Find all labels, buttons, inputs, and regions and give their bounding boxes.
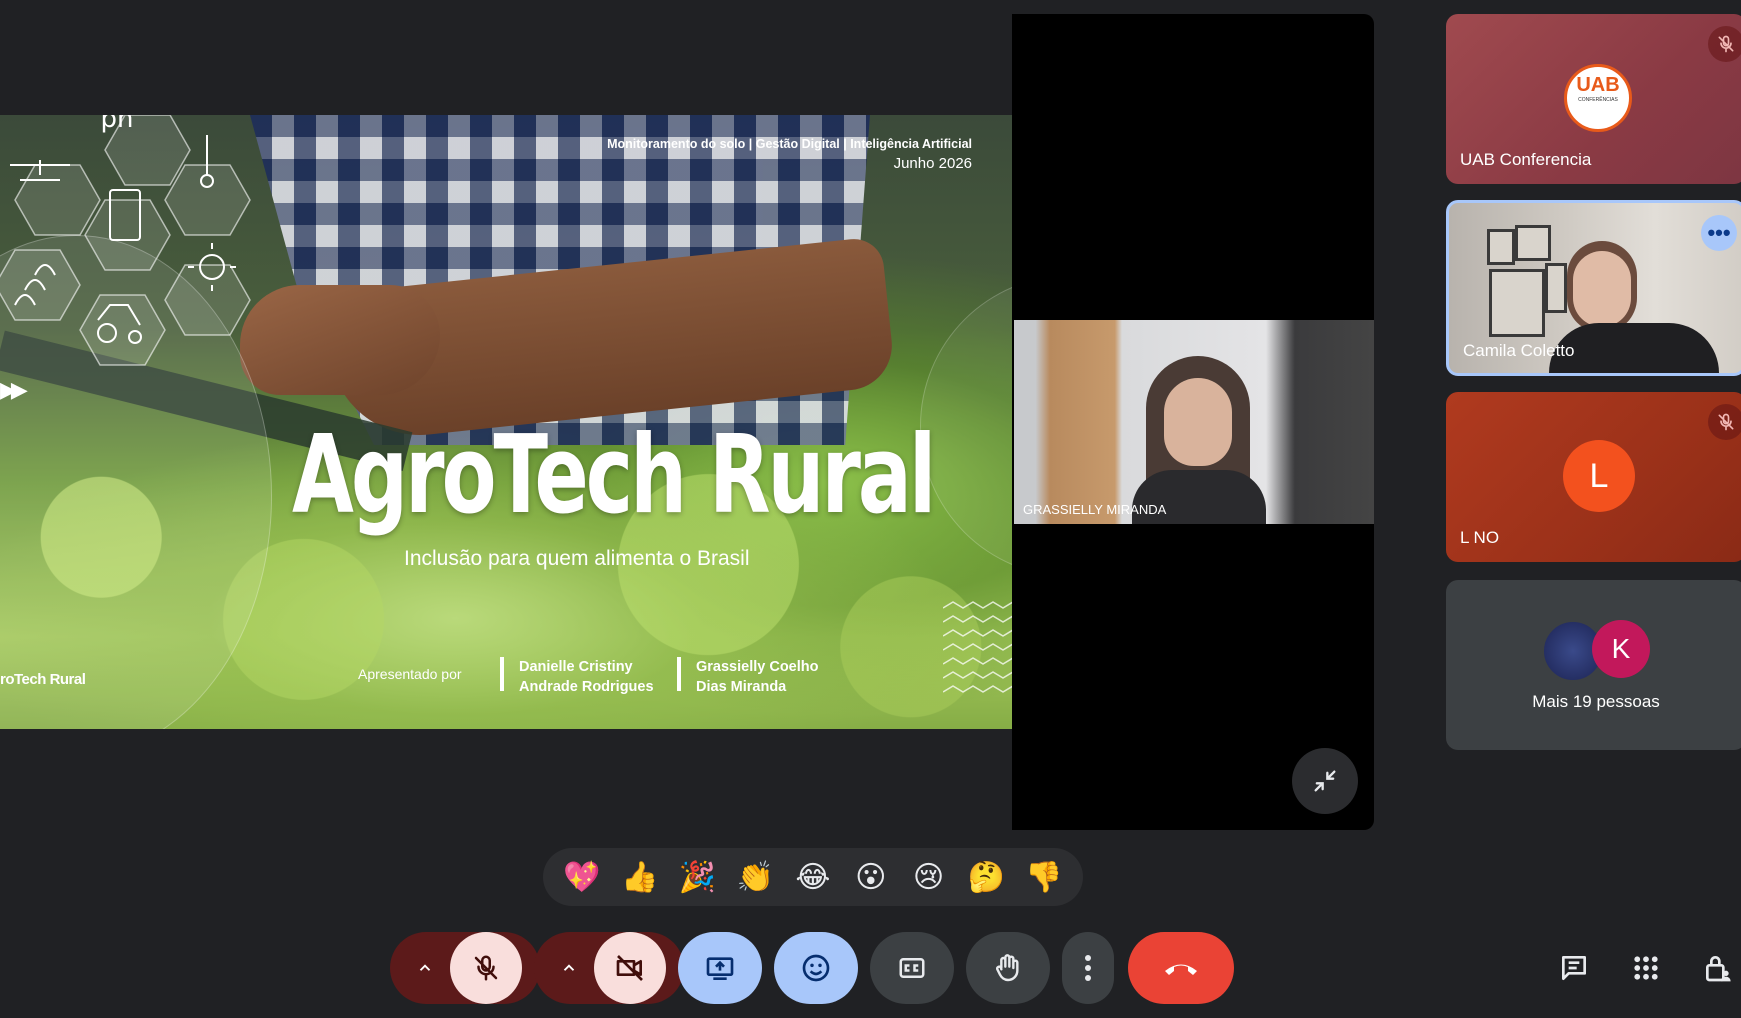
play-arrows-icon: ▶▶	[0, 377, 28, 402]
divider	[500, 657, 504, 691]
presenter-1-line1: Danielle Cristiny	[519, 659, 633, 675]
presenter-1-line2: Andrade Rodrigues	[519, 679, 654, 695]
reaction-party[interactable]: 🎉	[673, 860, 721, 895]
reaction-laugh[interactable]: 😂	[789, 860, 837, 895]
uab-logo-text: UAB	[1576, 74, 1620, 96]
speaker-face	[1164, 378, 1232, 466]
speaker-name: GRASSIELLY MIRANDA	[1023, 502, 1167, 517]
slide-subtitle: Inclusão para quem alimenta o Brasil	[404, 547, 750, 570]
wall-frame	[1489, 269, 1545, 337]
smiley-icon	[802, 954, 830, 982]
zigzag-decoration	[943, 601, 1012, 693]
present-screen-icon	[706, 957, 734, 980]
presenter-2: Grassielly Coelho Dias Miranda	[696, 657, 819, 697]
reaction-thumbs-up[interactable]: 👍	[616, 860, 664, 895]
camera-options-button[interactable]	[554, 932, 584, 1004]
wall-frame	[1487, 229, 1515, 265]
mic-off-icon	[1708, 404, 1741, 440]
captions-button[interactable]	[870, 932, 954, 1004]
chat-button[interactable]	[1556, 950, 1592, 986]
wall-frame	[1515, 225, 1551, 261]
more-participants-tile[interactable]: K Mais 19 pessoas	[1446, 580, 1741, 750]
participant-name: Camila Coletto	[1463, 341, 1575, 360]
hand-icon	[996, 954, 1019, 982]
participant-tile-lno[interactable]: L L NO	[1446, 392, 1741, 562]
speaker-video[interactable]: GRASSIELLY MIRANDA	[1014, 320, 1374, 524]
more-people-label: Mais 19 pessoas	[1532, 692, 1660, 711]
uab-logo-sub: CONFERÊNCIAS	[1578, 97, 1618, 103]
raise-hand-button[interactable]	[966, 932, 1050, 1004]
reaction-thumbs-down[interactable]: 👎	[1020, 860, 1068, 895]
slide-date: Junho 2026	[893, 155, 972, 172]
reaction-thinking[interactable]: 🤔	[962, 860, 1010, 895]
more-vert-icon	[1085, 955, 1091, 981]
apps-grid-icon	[1634, 956, 1658, 980]
chevron-up-icon	[419, 964, 431, 971]
ph-label: ph	[101, 115, 134, 134]
host-controls-button[interactable]	[1700, 950, 1736, 986]
reactions-button[interactable]	[774, 932, 858, 1004]
reaction-heart[interactable]: 💖	[558, 860, 606, 895]
uab-logo: UAB CONFERÊNCIAS	[1564, 64, 1632, 132]
participant-video	[1549, 233, 1729, 373]
mic-options-button[interactable]	[410, 932, 440, 1004]
reaction-clap[interactable]: 👏	[731, 860, 779, 895]
toggle-camera-button[interactable]	[594, 932, 666, 1004]
more-options-button[interactable]	[1062, 932, 1114, 1004]
chat-icon	[1562, 956, 1586, 980]
camera-off-icon	[616, 955, 643, 981]
slide-presented-by: Apresentado por	[358, 666, 462, 682]
presenter-2-line1: Grassielly Coelho	[696, 659, 819, 675]
collapse-icon	[1314, 770, 1336, 792]
chevron-up-icon	[563, 964, 575, 971]
presenter-1: Danielle Cristiny Andrade Rodrigues	[519, 657, 654, 697]
mic-off-icon	[1708, 26, 1741, 62]
present-screen-button[interactable]	[678, 932, 762, 1004]
participant-tile-camila[interactable]: ••• Camila Coletto	[1446, 200, 1741, 376]
reaction-sad[interactable]: 😢	[904, 860, 952, 895]
slide-title: AgroTech Rural	[292, 413, 936, 538]
slide-tagline: Monitoramento do solo | Gestão Digital |…	[607, 137, 972, 151]
avatar: K	[1592, 620, 1650, 678]
lock-person-icon	[1706, 956, 1731, 982]
presenter-2-line2: Dias Miranda	[696, 679, 787, 695]
participant-name: UAB Conferencia	[1460, 150, 1592, 169]
slide-hex-icons: ph	[0, 115, 251, 366]
avatar: L	[1563, 440, 1635, 512]
toggle-mic-button[interactable]	[450, 932, 522, 1004]
hang-up-icon	[1165, 964, 1197, 975]
slide-brand-footer: roTech Rural	[0, 671, 86, 688]
closed-captions-icon	[899, 958, 925, 978]
minimize-button[interactable]	[1292, 748, 1358, 814]
mic-off-icon	[474, 955, 498, 981]
more-options-icon[interactable]: •••	[1701, 215, 1737, 251]
divider	[677, 657, 681, 691]
leave-call-button[interactable]	[1128, 932, 1234, 1004]
reactions-bar: 💖 👍 🎉 👏 😂 😮 😢 🤔 👎	[543, 848, 1083, 906]
participant-name: L NO	[1460, 528, 1500, 547]
participant-tile-uab[interactable]: UAB CONFERÊNCIAS UAB Conferencia	[1446, 14, 1741, 184]
presentation-slide: ph Monitoramento do solo | Gestão Digita…	[0, 115, 1012, 729]
reaction-surprised[interactable]: 😮	[847, 860, 895, 895]
activities-button[interactable]	[1628, 950, 1664, 986]
